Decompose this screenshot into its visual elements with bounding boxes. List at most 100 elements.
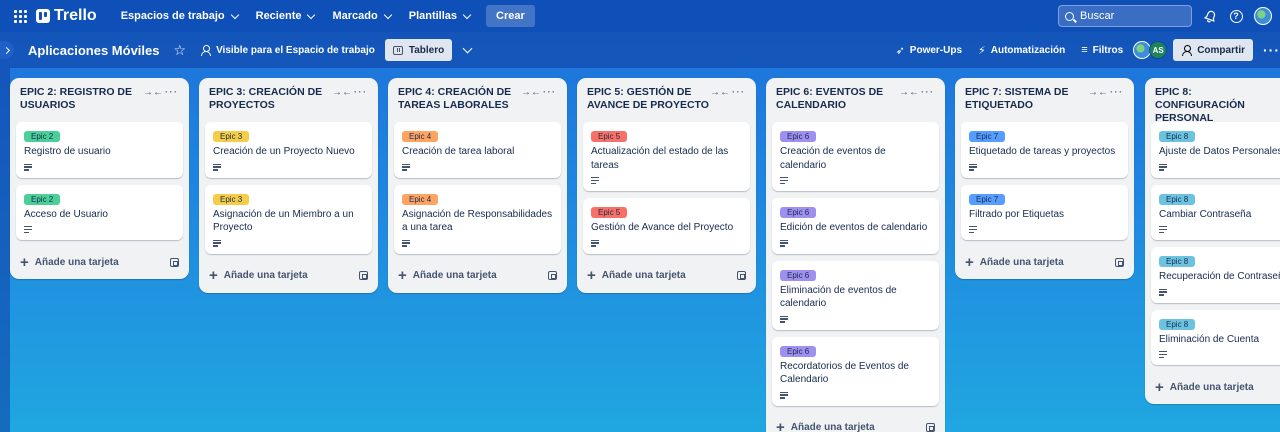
app-switcher-icon[interactable] (12, 8, 28, 24)
card-label-badge[interactable]: Epic 2 (24, 193, 61, 205)
board-title[interactable]: Aplicaciones Móviles (28, 43, 160, 58)
list-title[interactable]: EPIC 5: GESTIÓN DE AVANCE DE PROYECTO (587, 86, 710, 112)
collapse-list-icon[interactable]: →← (332, 87, 352, 98)
list-title[interactable]: EPIC 7: SISTEMA DE ETIQUETADO (965, 86, 1088, 112)
card-label-badge[interactable]: Epic 6 (780, 269, 817, 281)
card[interactable]: Epic 4 Creación de tarea laboral (394, 122, 561, 178)
list-menu-icon[interactable]: ··· (541, 84, 557, 98)
card-label-badge[interactable]: Epic 2 (24, 131, 61, 142)
nav-starred[interactable]: Marcado (324, 4, 398, 28)
plus-icon: + (776, 419, 785, 432)
card[interactable]: Epic 4 Asignación de Responsabilidades a … (394, 184, 561, 254)
card-label-badge[interactable]: Epic 8 (1159, 256, 1196, 267)
card-label-badge[interactable]: Epic 8 (1159, 318, 1196, 330)
trello-logo-icon (36, 9, 50, 23)
help-icon[interactable]: ? (1228, 8, 1244, 24)
nav-workspaces[interactable]: Espacios de trabajo (113, 4, 246, 28)
collapse-list-icon[interactable]: →← (521, 87, 541, 98)
board-members[interactable]: AS (1133, 41, 1168, 59)
description-icon (1159, 288, 1167, 296)
create-from-template-icon[interactable] (737, 271, 746, 280)
list-title[interactable]: EPIC 3: CREACIÓN DE PROYECTOS (209, 86, 332, 112)
create-from-template-icon[interactable] (170, 257, 179, 267)
sidebar-expand-button[interactable] (0, 41, 14, 59)
card[interactable]: Epic 2 Registro de usuario (16, 122, 183, 178)
card-label-badge[interactable]: Epic 3 (213, 193, 250, 205)
nav-templates[interactable]: Plantillas (401, 4, 478, 28)
card-label-badge[interactable]: Epic 7 (969, 131, 1006, 142)
add-card-button[interactable]: + Añade una tarjeta (1151, 372, 1280, 398)
card[interactable]: Epic 5 Gestión de Avance del Proyecto (583, 198, 750, 254)
create-button[interactable]: Crear (486, 5, 535, 27)
card-label-badge[interactable]: Epic 6 (780, 207, 817, 218)
visibility-button[interactable]: Visible para el Espacio de trabajo (200, 44, 375, 56)
card[interactable]: Epic 7 Etiquetado de tareas y proyectos (961, 122, 1128, 178)
card[interactable]: Epic 6 Eliminación de eventos de calendar… (772, 260, 939, 330)
search-input[interactable]: Buscar (1058, 5, 1192, 27)
create-from-template-icon[interactable] (926, 423, 935, 432)
collapse-list-icon[interactable]: →← (710, 87, 730, 98)
create-from-template-icon[interactable] (359, 271, 368, 280)
list-header: EPIC 4: CREACIÓN DE TAREAS LABORALES →← ··… (394, 78, 561, 122)
collapse-list-icon[interactable]: →← (143, 87, 163, 98)
share-button[interactable]: Compartir (1173, 39, 1253, 61)
more-menu-icon[interactable]: ··· (1263, 42, 1280, 58)
list-title[interactable]: EPIC 2: REGISTRO DE USUARIOS (20, 86, 143, 112)
account-avatar[interactable] (1254, 7, 1272, 25)
member-avatar-initials[interactable]: AS (1149, 41, 1168, 59)
card[interactable]: Epic 3 Asignación de un Miembro a un Proy… (205, 184, 372, 254)
board-view-button[interactable]: Tablero (384, 39, 453, 61)
list-title[interactable]: EPIC 6: EVENTOS DE CALENDARIO (776, 86, 899, 112)
rocket-icon: ➶ (895, 44, 905, 57)
card[interactable]: Epic 5 Actualización del estado de las ta… (583, 122, 750, 191)
add-card-button[interactable]: + Añade una tarjeta (961, 247, 1128, 273)
card-title: Etiquetado de tareas y proyectos (969, 146, 1116, 157)
filters-button[interactable]: ≡ Filtros (1081, 44, 1123, 56)
card[interactable]: Epic 8 Ajuste de Datos Personales (1151, 122, 1280, 178)
trello-logo[interactable]: Trello (36, 7, 97, 25)
card[interactable]: Epic 2 Acceso de Usuario (16, 184, 183, 240)
notifications-bell-icon[interactable] (1202, 8, 1218, 24)
automation-button[interactable]: ⚡ Automatización (978, 44, 1065, 57)
list-menu-icon[interactable]: ··· (919, 84, 935, 98)
create-from-template-icon[interactable] (1115, 257, 1124, 267)
card-label-badge[interactable]: Epic 8 (1159, 131, 1196, 142)
add-card-button[interactable]: + Añade una tarjeta (394, 261, 561, 287)
chevron-down-icon[interactable] (462, 43, 473, 53)
card[interactable]: Epic 8 Recuperación de Contraseña (1151, 247, 1280, 303)
list-column: EPIC 3: CREACIÓN DE PROYECTOS →← ··· Epic 3… (199, 78, 378, 293)
card-label-badge[interactable]: Epic 4 (402, 193, 439, 205)
collapse-list-icon[interactable]: →← (1088, 87, 1108, 98)
card[interactable]: Epic 7 Filtrado por Etiquetas (961, 184, 1128, 240)
add-card-button[interactable]: + Añade una tarjeta (205, 261, 372, 287)
card-label-badge[interactable]: Epic 6 (780, 131, 817, 142)
card-label-badge[interactable]: Epic 7 (969, 193, 1006, 205)
card[interactable]: Epic 3 Creación de un Proyecto Nuevo (205, 122, 372, 178)
list-header: EPIC 8: CONFIGURACIÓN PERSONAL→←··· (1151, 78, 1280, 125)
add-card-button[interactable]: + Añade una tarjeta (16, 247, 183, 273)
powerups-button[interactable]: ➶ Power-Ups (896, 44, 962, 57)
card[interactable]: Epic 6 Edición de eventos de calendario (772, 198, 939, 254)
card[interactable]: Epic 6 Recordatorios de Eventos de Calend… (772, 336, 939, 406)
list-title[interactable]: EPIC 4: CREACIÓN DE TAREAS LABORALES (398, 86, 521, 112)
card[interactable]: Epic 8 Eliminación de Cuenta (1151, 309, 1280, 365)
list-menu-icon[interactable]: ··· (163, 84, 179, 98)
star-icon[interactable]: ☆ (174, 42, 187, 59)
add-card-button[interactable]: + Añade una tarjeta (772, 413, 939, 432)
card-label-badge[interactable]: Epic 6 (780, 345, 817, 357)
card-label-badge[interactable]: Epic 5 (591, 131, 628, 142)
create-from-template-icon[interactable] (548, 271, 557, 280)
collapse-list-icon[interactable]: →← (899, 87, 919, 98)
list-menu-icon[interactable]: ··· (352, 84, 368, 98)
card-label-badge[interactable]: Epic 5 (591, 207, 628, 218)
card-label-badge[interactable]: Epic 4 (402, 131, 439, 142)
card[interactable]: Epic 6 Creación de eventos de calendario (772, 122, 939, 191)
card-label-badge[interactable]: Epic 3 (213, 131, 250, 142)
list-menu-icon[interactable]: ··· (730, 84, 746, 98)
list-menu-icon[interactable]: ··· (1108, 84, 1124, 98)
add-card-button[interactable]: + Añade una tarjeta (583, 261, 750, 287)
card-label-badge[interactable]: Epic 8 (1159, 193, 1196, 205)
list-title[interactable]: EPIC 8: CONFIGURACIÓN PERSONAL (1155, 86, 1278, 125)
card[interactable]: Epic 8 Cambiar Contraseña (1151, 184, 1280, 240)
nav-recent[interactable]: Reciente (248, 4, 323, 28)
